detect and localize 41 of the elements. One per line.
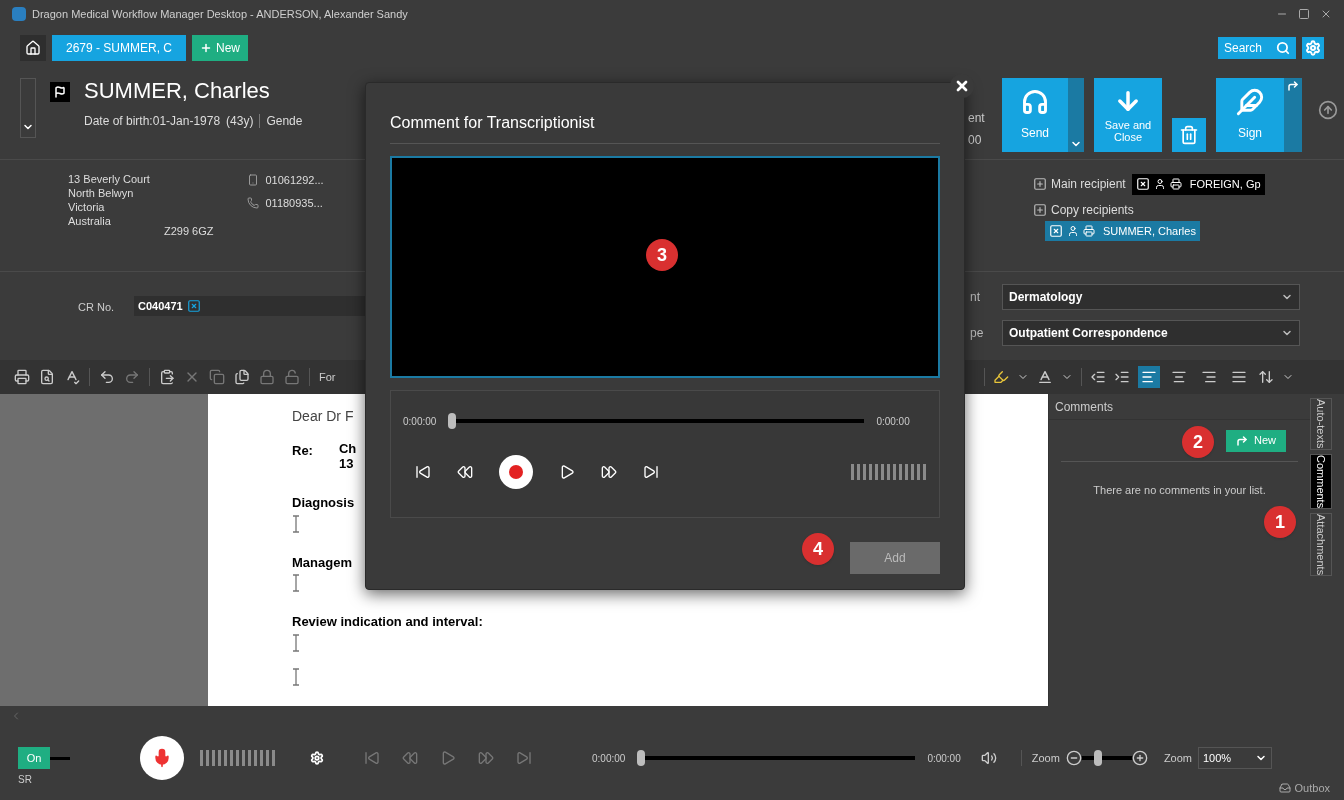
cr-number-label: CR No.	[78, 300, 115, 315]
postcode: Z299 6GZ	[163, 223, 214, 239]
font-label: For	[319, 369, 336, 385]
phone-number: 01180935...	[265, 195, 323, 211]
zoom-label: Zoom	[1163, 750, 1192, 766]
address-line: North Belwyn	[68, 186, 135, 200]
field-label: nt	[970, 289, 981, 306]
header-label: 00	[968, 131, 983, 149]
dialog-title: Comment for Transcriptionist	[390, 111, 940, 144]
patient-age: (43y)	[226, 113, 254, 130]
re-text: Ch	[338, 441, 357, 456]
section-heading: Review indication and interval:	[292, 613, 483, 631]
elapsed-time: 0:00:00	[403, 414, 437, 429]
re-text: 13	[338, 456, 355, 471]
patient-name: SUMMER, Charles	[84, 78, 271, 104]
phone-number: 01061292...	[265, 173, 324, 188]
elapsed-time: 0:00:00	[592, 751, 626, 766]
window-title: Dragon Medical Workflow Manager Desktop - ANDERSON, Alexander Sandy	[32, 6, 408, 22]
recipient-name: SUMMER, Charles	[1103, 223, 1196, 239]
address-line: 13 Beverly Court	[68, 172, 150, 186]
greeting-text: Dear Dr F	[292, 407, 354, 426]
date-of-birth: Date of birth:01-Jan-1978	[84, 113, 221, 130]
total-time: 0:00:00	[927, 751, 961, 766]
section-heading: Diagnosis	[292, 494, 355, 512]
gender-label: Gende	[266, 113, 303, 130]
callout-badge: 1	[1264, 506, 1296, 538]
re-label: Re:	[292, 442, 313, 460]
callout-badge: 2	[1182, 426, 1214, 458]
header-label: ent	[968, 109, 986, 127]
field-label: pe	[970, 325, 985, 342]
section-heading: Managem	[292, 553, 352, 572]
comments-panel-title: Comments	[1055, 398, 1113, 416]
sr-label: SR	[18, 773, 32, 787]
address-line: Victoria	[68, 200, 106, 214]
address-line: Australia	[68, 214, 112, 228]
empty-comments-message: There are no comments in your list.	[1092, 483, 1267, 498]
copy-recipients-label: Copy recipients	[1051, 201, 1134, 219]
total-time: 0:00:00	[876, 414, 910, 429]
recipient-name: FOREIGN, Gp	[1189, 177, 1261, 192]
zoom-label: Zoom	[1031, 750, 1060, 766]
main-recipient-label: Main recipient	[1051, 176, 1126, 194]
